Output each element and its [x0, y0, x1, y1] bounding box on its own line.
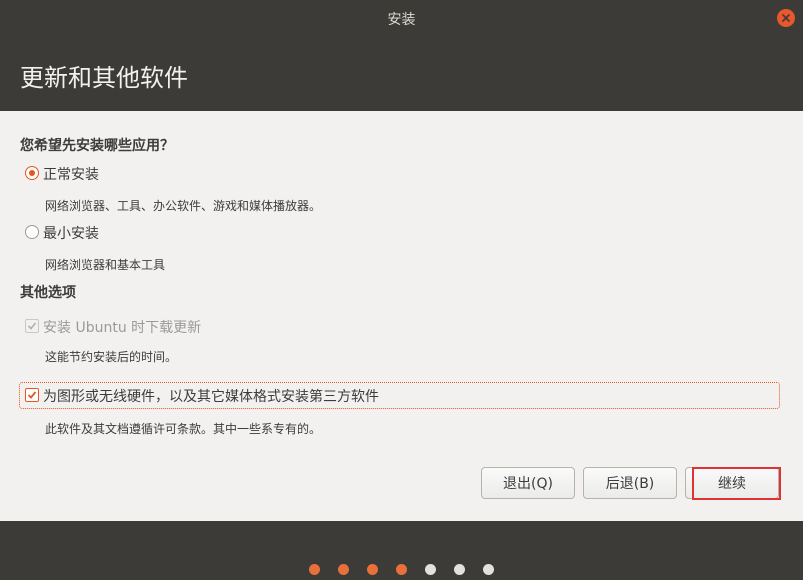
progress-dot-pending [454, 564, 465, 575]
installer-window: 安装 更新和其他软件 您希望先安装哪些应用？ 正常安装 网络浏览器、工具、办公软… [0, 0, 803, 580]
other-options-heading: 其他选项 [20, 285, 76, 301]
quit-button[interactable]: 退出(Q) [481, 467, 575, 499]
third-party-checkbox[interactable] [25, 388, 39, 402]
footer [0, 521, 803, 580]
close-button[interactable] [777, 9, 795, 27]
window-title: 安装 [387, 12, 416, 28]
progress-dot-done [396, 564, 407, 575]
page-title: 更新和其他软件 [20, 64, 188, 92]
page-header: 更新和其他软件 [0, 36, 803, 111]
download-updates-checkbox[interactable] [25, 319, 39, 333]
minimal-install-description: 网络浏览器和基本工具 [45, 258, 166, 272]
close-icon [782, 14, 790, 22]
download-updates-label[interactable]: 安装 Ubuntu 时下载更新 [43, 317, 201, 337]
normal-install-label[interactable]: 正常安装 [43, 164, 99, 184]
install-type-question: 您希望先安装哪些应用？ [20, 138, 174, 154]
radio-selected-dot [29, 170, 35, 176]
normal-install-description: 网络浏览器、工具、办公软件、游戏和媒体播放器。 [45, 199, 322, 213]
checkmark-icon [27, 322, 37, 330]
minimal-install-label[interactable]: 最小安装 [43, 223, 99, 243]
progress-dot-done [367, 564, 378, 575]
checkmark-icon [27, 391, 37, 399]
progress-dot-done [338, 564, 349, 575]
download-updates-description: 这能节约安装后的时间。 [45, 350, 178, 364]
progress-dot-pending [483, 564, 494, 575]
continue-button-highlight [692, 467, 781, 500]
content-area: 您希望先安装哪些应用？ 正常安装 网络浏览器、工具、办公软件、游戏和媒体播放器。… [0, 111, 803, 521]
third-party-description: 此软件及其文档遵循许可条款。其中一些系专有的。 [45, 422, 322, 436]
title-bar: 安装 [0, 0, 803, 36]
normal-install-radio[interactable] [25, 166, 39, 180]
third-party-label[interactable]: 为图形或无线硬件，以及其它媒体格式安装第三方软件 [43, 386, 379, 406]
progress-dots [0, 564, 803, 575]
progress-dot-pending [425, 564, 436, 575]
back-button[interactable]: 后退(B) [583, 467, 677, 499]
minimal-install-radio[interactable] [25, 225, 39, 239]
progress-dot-done [309, 564, 320, 575]
